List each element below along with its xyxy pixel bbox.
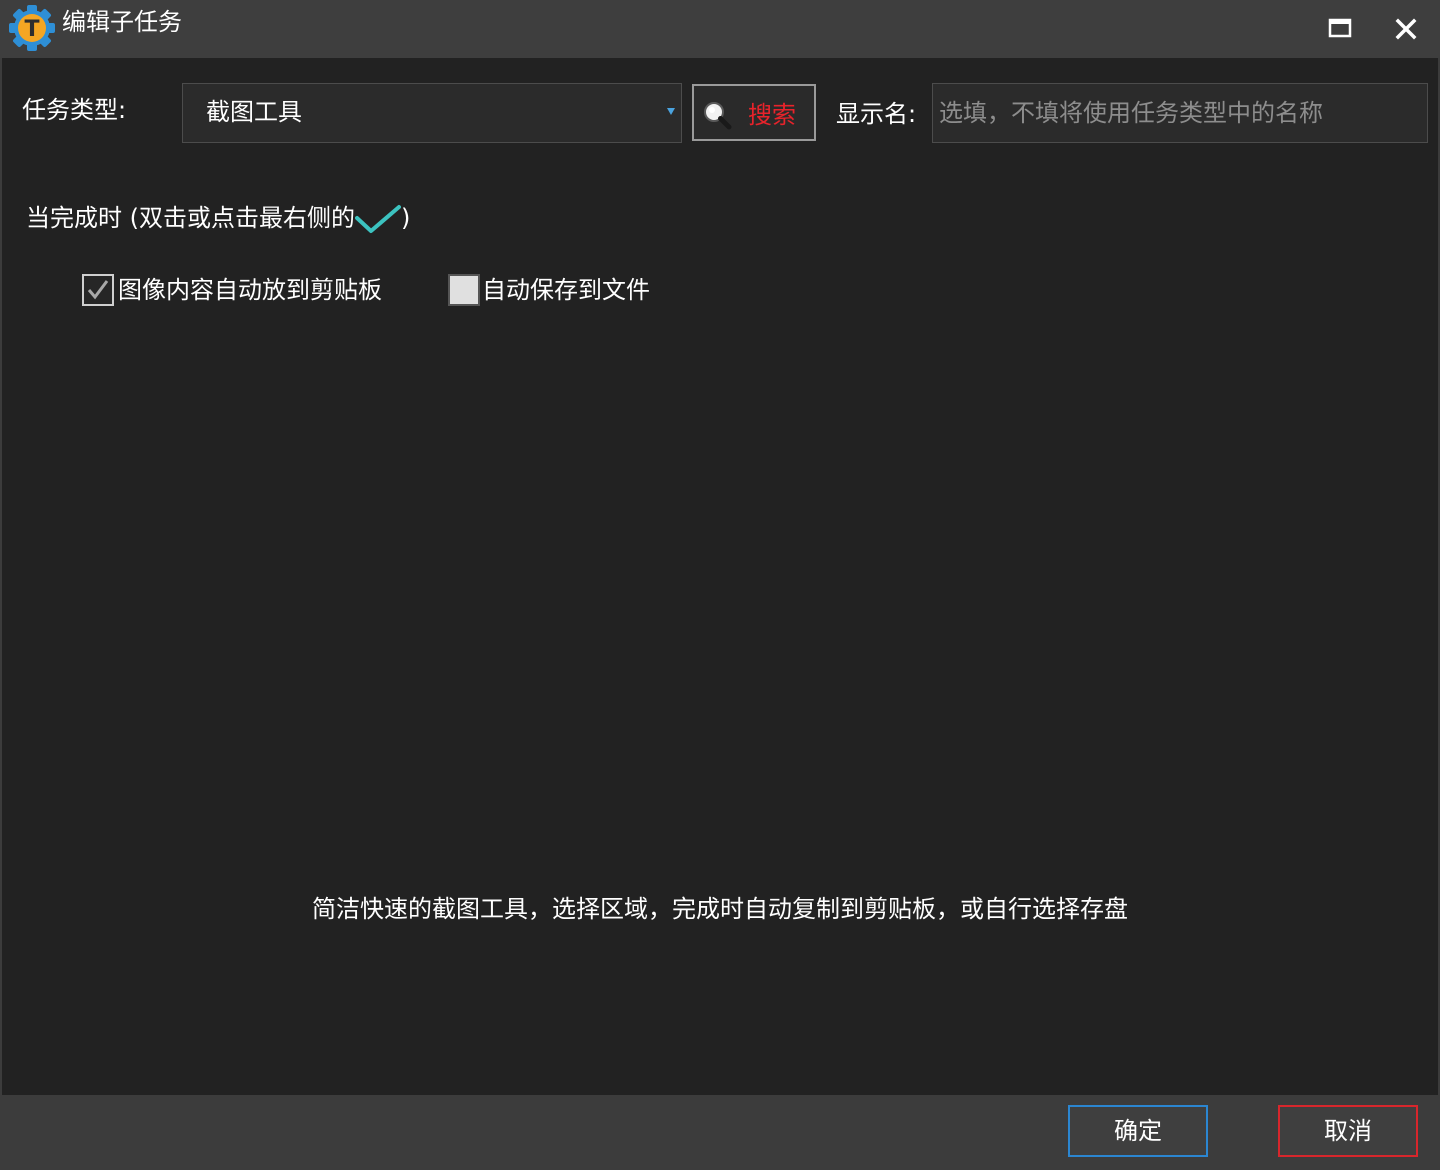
title-bar[interactable]: T 编辑子任务 (0, 0, 1440, 58)
task-type-dropdown[interactable]: 截图工具 (182, 83, 682, 143)
task-type-label: 任务类型: (22, 96, 127, 124)
edit-subtask-dialog: T 编辑子任务 任务类型: 截图工具 搜索 显示名: 选填，不填将使用任务类型中… (0, 0, 1440, 1170)
t-gear-app-icon: T (9, 5, 55, 51)
clipboard-checkbox[interactable] (82, 274, 114, 306)
ok-button[interactable]: 确定 (1068, 1105, 1208, 1157)
completion-heading-close: ) (401, 204, 411, 232)
window-title: 编辑子任务 (62, 8, 182, 36)
search-icon (704, 102, 732, 130)
content-panel: 任务类型: 截图工具 搜索 显示名: 当完成时 (双击或点击最右侧的) (2, 58, 1438, 1095)
task-type-value: 截图工具 (206, 98, 302, 126)
save-to-file-option-label: 自动保存到文件 (482, 276, 650, 304)
save-to-file-checkbox[interactable] (448, 274, 480, 306)
app-icon-letter: T (24, 17, 39, 42)
chevron-down-icon (667, 108, 675, 115)
dialog-footer: 确定 取消 (0, 1095, 1440, 1170)
clipboard-option-label: 图像内容自动放到剪贴板 (118, 276, 382, 304)
teal-check-icon (355, 205, 401, 233)
completion-heading-text: 当完成时 (双击或点击最右侧的 (26, 204, 355, 232)
close-icon[interactable] (1386, 9, 1426, 49)
maximize-icon[interactable] (1320, 9, 1360, 49)
cancel-button[interactable]: 取消 (1278, 1105, 1418, 1157)
task-description: 简洁快速的截图工具，选择区域，完成时自动复制到剪贴板，或自行选择存盘 (312, 895, 1128, 923)
display-name-label: 显示名: (836, 100, 917, 128)
search-button[interactable]: 搜索 (692, 84, 816, 141)
checkmark-icon (87, 280, 109, 300)
completion-heading: 当完成时 (双击或点击最右侧的) (26, 202, 410, 234)
search-button-label: 搜索 (748, 101, 796, 129)
display-name-input[interactable] (932, 83, 1428, 143)
